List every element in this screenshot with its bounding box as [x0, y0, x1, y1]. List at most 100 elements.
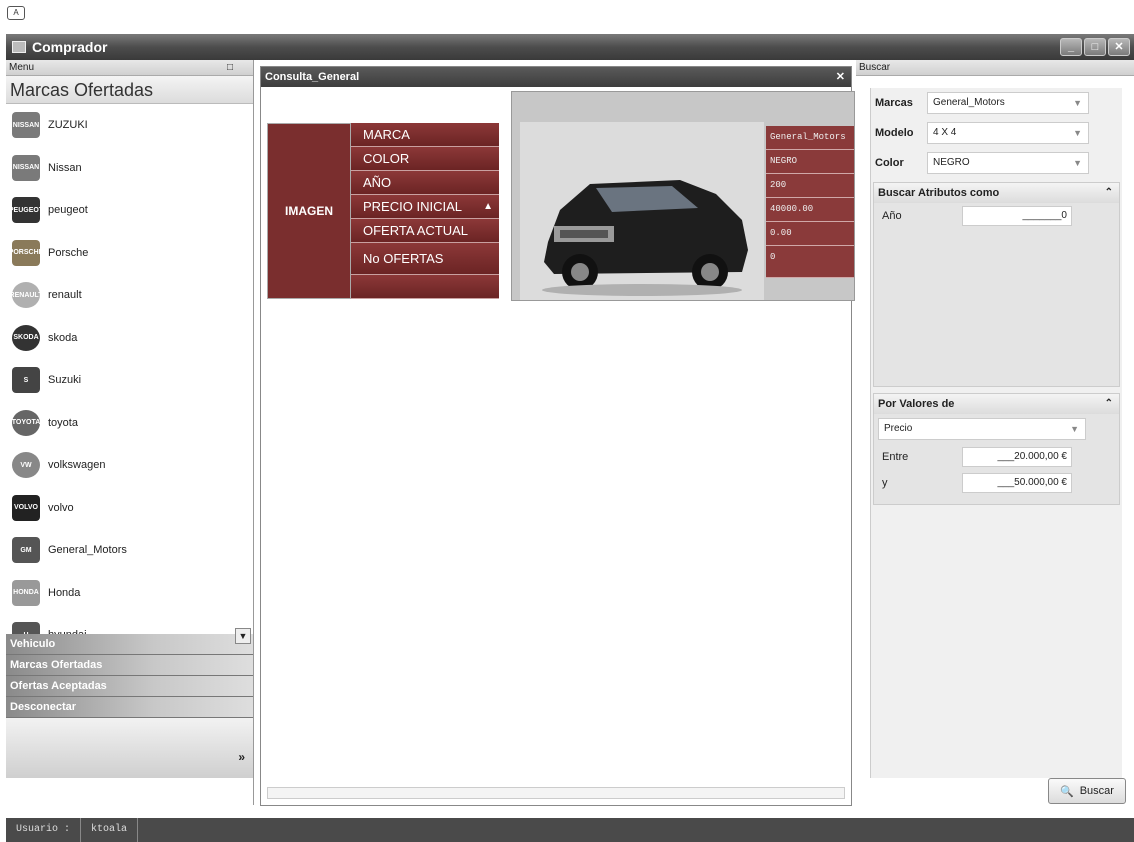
brand-item[interactable]: HONDA Honda [6, 572, 253, 615]
collapse-icon[interactable]: ⌃ [1105, 394, 1113, 414]
minimize-button[interactable]: _ [1060, 38, 1082, 56]
sort-asc-icon[interactable]: ▲ [483, 195, 493, 219]
brand-logo-icon: RENAULT [10, 282, 42, 309]
collapse-icon[interactable]: ⌃ [1105, 183, 1113, 203]
marca-select[interactable]: General_Motors ▼ [927, 92, 1089, 114]
status-user-label: Usuario : [6, 818, 82, 842]
corner-tag: A [7, 6, 25, 20]
value-search-group: Por Valores de ⌃ Precio ▼ Entre ___20.00… [873, 393, 1120, 505]
value-color: NEGRO [766, 150, 854, 174]
precio-select-value: Precio [884, 423, 913, 434]
chevron-down-icon: ▼ [1070, 424, 1079, 434]
brand-label: hyundai [48, 629, 87, 634]
field-precio-inicial[interactable]: PRECIO INICIAL ▲ [351, 195, 499, 219]
close-button[interactable]: ✕ [1108, 38, 1130, 56]
value-no-ofertas: 0 [766, 246, 854, 278]
search-button-label: Buscar [1079, 785, 1114, 797]
brand-logo-icon: SKODA [12, 324, 40, 351]
value-anio: 200 [766, 174, 854, 198]
field-oferta-actual[interactable]: OFERTA ACTUAL [351, 219, 499, 243]
color-select-value: NEGRO [933, 157, 970, 168]
brand-label: Suzuki [48, 374, 82, 387]
pin-icon[interactable]: □ [227, 60, 233, 76]
brand-item[interactable]: PEUGEOT peugeot [6, 189, 253, 232]
brand-logo-icon: VW [12, 452, 40, 479]
attribute-group-header[interactable]: Buscar Atributos como ⌃ [874, 183, 1119, 203]
close-tab-icon[interactable]: ✕ [836, 67, 845, 87]
value-group-header[interactable]: Por Valores de ⌃ [874, 394, 1119, 414]
brand-label: General_Motors [48, 544, 127, 557]
tab-consulta-general[interactable]: Consulta_General ✕ [261, 67, 851, 87]
color-label: Color [875, 157, 904, 169]
chevron-down-icon: ▼ [1073, 98, 1082, 108]
brand-label: peugeot [48, 204, 88, 217]
nav-marcas-ofertadas[interactable]: Marcas Ofertadas [6, 655, 253, 676]
marca-label: Marcas [875, 97, 913, 109]
color-select[interactable]: NEGRO ▼ [927, 152, 1089, 174]
modelo-row: Modelo 4 X 4 ▼ [871, 118, 1122, 148]
brand-label: renault [48, 289, 82, 302]
brand-item[interactable]: PORSCHE Porsche [6, 232, 253, 275]
brand-logo-icon: NISSAN [12, 112, 40, 139]
brand-label: skoda [48, 331, 78, 344]
brand-logo-icon: TOYOTA [12, 409, 40, 436]
modelo-select-value: 4 X 4 [933, 127, 957, 138]
brand-logo-icon: GM [12, 537, 40, 564]
brand-logo-icon: NISSAN [12, 154, 40, 181]
marca-select-value: General_Motors [933, 97, 1005, 108]
field-marca[interactable]: MARCA [351, 123, 499, 147]
expand-chevron-icon[interactable]: » [238, 750, 245, 764]
magnifier-icon: 🔍 [1060, 785, 1074, 798]
value-group-title: Por Valores de [878, 398, 955, 410]
brand-item[interactable]: TOYOTA toyota [6, 402, 253, 445]
nav-pane-footer: » [6, 718, 253, 778]
brand-item[interactable]: NISSAN Nissan [6, 147, 253, 190]
y-input[interactable]: ___50.000,00 € [962, 473, 1072, 493]
anio-input[interactable]: _______0 [962, 206, 1072, 226]
brand-list[interactable]: NISSAN ZUZUKI NISSAN Nissan PEUGEOT peugeot PO… [6, 104, 253, 634]
field-no-ofertas[interactable]: No OFERTAS [351, 243, 499, 275]
y-label: y [882, 477, 888, 489]
brand-item[interactable]: RENAULT renault [6, 274, 253, 317]
window-titlebar: Comprador _ □ ✕ [6, 34, 1134, 60]
value-precio-inicial: 40000.00 [766, 198, 854, 222]
attribute-group-title: Buscar Atributos como [878, 187, 1000, 199]
brand-item[interactable]: Hhyundai [6, 614, 253, 634]
entre-input[interactable]: ___20.000,00 € [962, 447, 1072, 467]
color-row: Color NEGRO ▼ [871, 148, 1122, 178]
nav-vehiculo[interactable]: Vehiculo [6, 634, 253, 655]
nav-ofertas-aceptadas[interactable]: Ofertas Aceptadas [6, 676, 253, 697]
nav-desconectar[interactable]: Desconectar [6, 697, 253, 718]
precio-select[interactable]: Precio ▼ [878, 418, 1086, 440]
anio-row: Año _______0 [874, 203, 1119, 229]
modelo-select[interactable]: 4 X 4 ▼ [927, 122, 1089, 144]
brand-item[interactable]: VOLVO volvo [6, 487, 253, 530]
image-column-header: IMAGEN [267, 123, 351, 299]
brand-item[interactable]: VW volkswagen [6, 444, 253, 487]
car-photo [520, 122, 764, 300]
field-anio[interactable]: AÑO [351, 171, 499, 195]
anio-label: Año [882, 210, 902, 222]
app-icon [12, 41, 26, 53]
brand-item[interactable]: SKODA skoda [6, 317, 253, 360]
brand-item[interactable]: GM General_Motors [6, 529, 253, 572]
value-marca: General_Motors [766, 126, 854, 150]
search-button[interactable]: 🔍 Buscar [1048, 778, 1126, 804]
brand-logo-icon: VOLVO [12, 494, 40, 521]
marca-row: Marcas General_Motors ▼ [871, 88, 1122, 118]
vehicle-record: General_Motors NEGRO 200 40000.00 0.00 0 [511, 91, 855, 301]
maximize-button[interactable]: □ [1084, 38, 1106, 56]
field-color[interactable]: COLOR [351, 147, 499, 171]
brand-label: ZUZUKI [48, 119, 88, 132]
chevron-down-icon: ▼ [1073, 158, 1082, 168]
tab-label: Consulta_General [265, 71, 360, 83]
brand-label: Honda [48, 586, 81, 599]
brand-label: Nissan [48, 161, 82, 174]
search-form: Marcas General_Motors ▼ Modelo 4 X 4 ▼ C… [870, 88, 1122, 778]
brand-item[interactable]: S Suzuki [6, 359, 253, 402]
brand-item[interactable]: NISSAN ZUZUKI [6, 104, 253, 147]
horizontal-scrollbar[interactable] [267, 787, 845, 799]
brand-label: volkswagen [48, 459, 106, 472]
scroll-down-button[interactable]: ▼ [235, 628, 251, 644]
brand-logo-icon: PORSCHE [9, 239, 43, 266]
